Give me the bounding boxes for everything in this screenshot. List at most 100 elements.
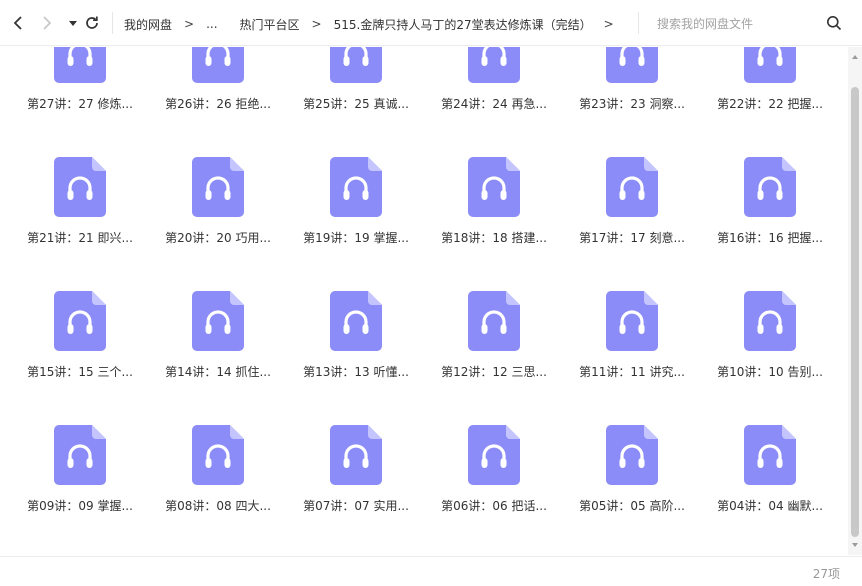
breadcrumb-trailing-separator[interactable]: > (604, 17, 614, 31)
audio-file-icon (744, 47, 796, 83)
file-name: 第12讲：12 三思... (441, 365, 547, 379)
file-item[interactable]: 第04讲：04 幽默... (710, 425, 830, 545)
audio-file-icon (54, 425, 106, 485)
toolbar-divider (638, 12, 639, 34)
refresh-button[interactable] (82, 13, 102, 33)
item-count: 27项 (812, 567, 840, 581)
file-item[interactable]: 第25讲：25 真诚... (296, 47, 416, 143)
file-item[interactable]: 第07讲：07 实用... (296, 425, 416, 545)
audio-file-icon (330, 291, 382, 351)
status-bar: 27项 (0, 556, 862, 586)
file-name: 第14讲：14 抓住... (165, 365, 271, 379)
audio-file-icon (744, 291, 796, 351)
file-name: 第10讲：10 告别... (717, 365, 823, 379)
audio-file-icon (606, 425, 658, 485)
audio-file-icon (606, 47, 658, 83)
file-name: 第15讲：15 三个... (27, 365, 133, 379)
file-name: 第04讲：04 幽默... (717, 499, 823, 513)
audio-file-icon (192, 47, 244, 83)
audio-file-icon (468, 157, 520, 217)
file-item[interactable]: 第05讲：05 高阶... (572, 425, 692, 545)
breadcrumb-item-hot-platforms[interactable]: 热门平台区 (240, 16, 300, 33)
file-item[interactable]: 第08讲：08 四大... (158, 425, 278, 545)
file-name: 第11讲：11 讲究... (579, 365, 685, 379)
chevron-left-icon (13, 16, 22, 30)
audio-file-icon (54, 47, 106, 83)
file-name: 第13讲：13 听懂... (303, 365, 409, 379)
file-item[interactable]: 第24讲：24 再急... (434, 47, 554, 143)
file-item[interactable]: 第20讲：20 巧用... (158, 157, 278, 277)
file-item[interactable]: 第14讲：14 抓住... (158, 291, 278, 411)
audio-file-icon (744, 157, 796, 217)
file-item[interactable]: 第21讲：21 即兴... (20, 157, 140, 277)
file-item[interactable]: 第10讲：10 告别... (710, 291, 830, 411)
forward-button[interactable] (37, 13, 57, 33)
file-grid-area: 第27讲：27 修炼... 第26讲：26 拒绝... 第25讲：25 真诚... 第… (0, 47, 848, 555)
audio-file-icon (330, 157, 382, 217)
file-item[interactable]: 第17讲：17 刻意... (572, 157, 692, 277)
file-item[interactable]: 第27讲：27 修炼... (20, 47, 140, 143)
file-name: 第19讲：19 掌握... (303, 231, 409, 245)
audio-file-icon (606, 291, 658, 351)
search-icon[interactable] (826, 15, 842, 31)
audio-file-icon (468, 47, 520, 83)
file-item[interactable]: 第18讲：18 搭建... (434, 157, 554, 277)
audio-file-icon (330, 47, 382, 83)
audio-file-icon (54, 157, 106, 217)
file-name: 第22讲：22 把握... (717, 97, 823, 111)
file-item[interactable]: 第26讲：26 拒绝... (158, 47, 278, 143)
search-box (657, 15, 847, 33)
file-name: 第08讲：08 四大... (165, 499, 271, 513)
toolbar-divider (112, 12, 113, 34)
file-name: 第17讲：17 刻意... (579, 231, 685, 245)
breadcrumb-separator: > (311, 17, 322, 31)
file-name: 第26讲：26 拒绝... (165, 97, 271, 111)
breadcrumb: 我的网盘 > ... 热门平台区 > 515.金牌只持人马丁的27堂表达修炼课（… (124, 15, 626, 33)
breadcrumb-separator: > (184, 17, 195, 31)
file-name: 第09讲：09 掌握... (27, 499, 133, 513)
history-dropdown-button[interactable] (63, 13, 83, 33)
file-item[interactable]: 第09讲：09 掌握... (20, 425, 140, 545)
file-name: 第21讲：21 即兴... (27, 231, 133, 245)
file-name: 第25讲：25 真诚... (303, 97, 409, 111)
file-item[interactable]: 第15讲：15 三个... (20, 291, 140, 411)
file-name: 第16讲：16 把握... (717, 231, 823, 245)
refresh-icon (86, 16, 98, 29)
file-name: 第05讲：05 高阶... (579, 499, 685, 513)
search-input[interactable] (657, 17, 817, 31)
breadcrumb-item-current-folder[interactable]: 515.金牌只持人马丁的27堂表达修炼课（完结） (334, 16, 592, 33)
audio-file-icon (468, 425, 520, 485)
file-name: 第24讲：24 再急... (441, 97, 547, 111)
audio-file-icon (54, 291, 106, 351)
scrollbar-thumb[interactable] (851, 87, 859, 537)
audio-file-icon (606, 157, 658, 217)
scroll-down-arrow-icon[interactable] (851, 541, 859, 549)
caret-down-icon (69, 21, 77, 26)
file-item[interactable]: 第06讲：06 把话... (434, 425, 554, 545)
file-name: 第06讲：06 把话... (441, 499, 547, 513)
scroll-up-arrow-icon[interactable] (851, 53, 859, 61)
file-name: 第18讲：18 搭建... (441, 231, 547, 245)
audio-file-icon (192, 157, 244, 217)
toolbar: 我的网盘 > ... 热门平台区 > 515.金牌只持人马丁的27堂表达修炼课（… (0, 0, 862, 46)
file-item[interactable]: 第13讲：13 听懂... (296, 291, 416, 411)
file-name: 第07讲：07 实用... (303, 499, 409, 513)
file-name: 第20讲：20 巧用... (165, 231, 271, 245)
back-button[interactable] (8, 13, 28, 33)
file-name: 第27讲：27 修炼... (27, 97, 133, 111)
file-item[interactable]: 第22讲：22 把握... (710, 47, 830, 143)
audio-file-icon (192, 425, 244, 485)
audio-file-icon (744, 425, 796, 485)
file-item[interactable]: 第11讲：11 讲究... (572, 291, 692, 411)
breadcrumb-item-ellipsis[interactable]: ... (206, 17, 217, 31)
file-item[interactable]: 第12讲：12 三思... (434, 291, 554, 411)
audio-file-icon (192, 291, 244, 351)
file-name: 第23讲：23 洞察... (579, 97, 685, 111)
file-item[interactable]: 第23讲：23 洞察... (572, 47, 692, 143)
chevron-right-icon (43, 16, 52, 30)
file-item[interactable]: 第16讲：16 把握... (710, 157, 830, 277)
vertical-scrollbar[interactable] (848, 47, 862, 555)
audio-file-icon (468, 291, 520, 351)
breadcrumb-item-my-drive[interactable]: 我的网盘 (124, 16, 172, 33)
file-item[interactable]: 第19讲：19 掌握... (296, 157, 416, 277)
